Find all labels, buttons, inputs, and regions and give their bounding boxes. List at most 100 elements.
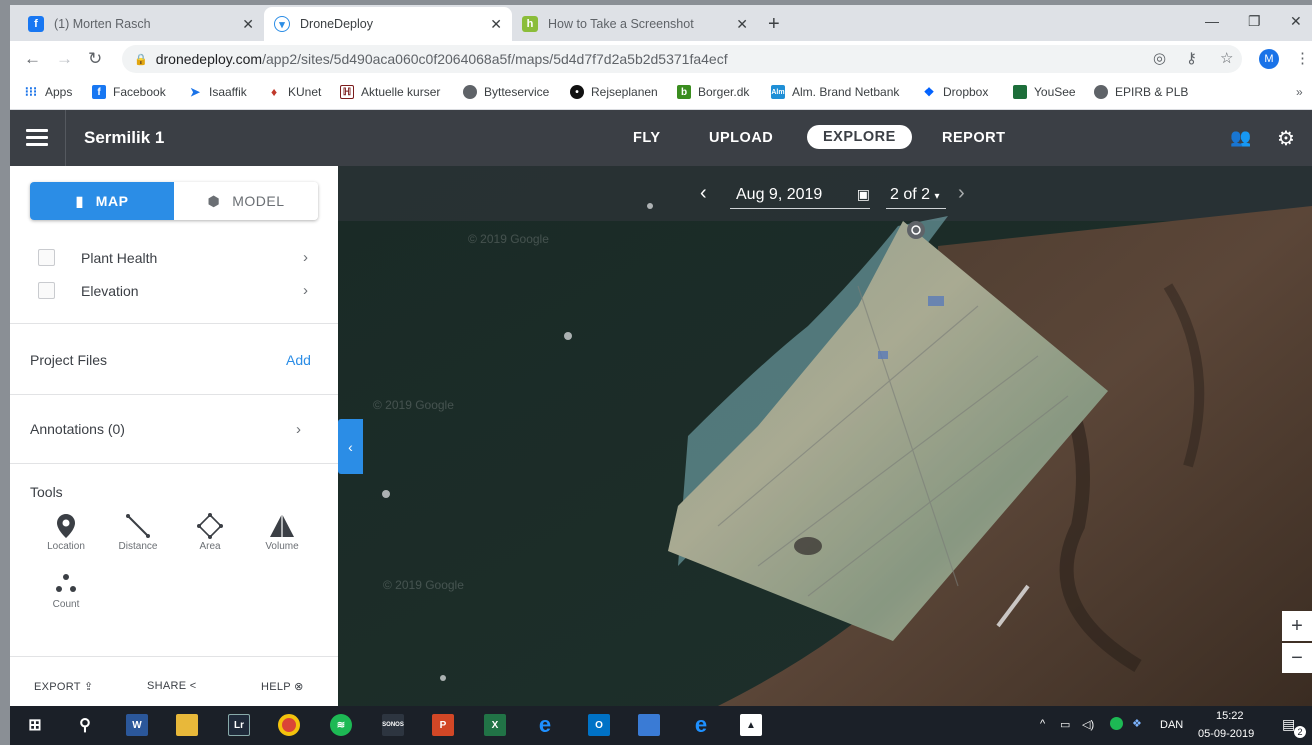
bookmark-yousee[interactable]: YouSee xyxy=(1013,85,1076,99)
excel-icon[interactable]: X xyxy=(484,714,506,736)
layer-plant-health[interactable]: Plant Health › xyxy=(38,249,308,266)
tool-area[interactable]: Area xyxy=(180,511,240,552)
window-close-icon[interactable]: ✕ xyxy=(1290,13,1302,30)
bookmark-kurser[interactable]: ℍ Aktuelle kurser xyxy=(340,85,440,99)
bookmark-bytteservice[interactable]: Bytteservice xyxy=(463,85,549,99)
help-button[interactable]: HELP ⊗ xyxy=(261,680,304,693)
close-icon[interactable]: ✕ xyxy=(242,16,254,33)
word-icon[interactable]: W xyxy=(126,714,148,736)
tab-dronedeploy[interactable]: ▾ DroneDeploy ✕ xyxy=(264,7,512,41)
nav-report[interactable]: REPORT xyxy=(942,130,1005,146)
tab-label: (1) Morten Rasch xyxy=(54,17,151,31)
new-tab-button[interactable]: + xyxy=(768,13,780,36)
restore-icon[interactable]: ❐ xyxy=(1248,13,1261,30)
borger-icon: b xyxy=(677,85,691,99)
tool-distance[interactable]: Distance xyxy=(108,511,168,552)
tab-howto[interactable]: h How to Take a Screenshot ✕ xyxy=(512,7,758,41)
bookmark-epirb[interactable]: EPIRB & PLB xyxy=(1094,85,1188,99)
tab-facebook[interactable]: f (1) Morten Rasch ✕ xyxy=(18,7,264,41)
nav-upload[interactable]: UPLOAD xyxy=(709,130,773,146)
export-button[interactable]: EXPORT ⇪ xyxy=(34,680,94,693)
address-bar[interactable]: 🔒 dronedeploy.com/app2/sites/5d490aca060… xyxy=(122,45,1242,73)
globe-icon xyxy=(1094,85,1108,99)
clock-time[interactable]: 15:22 xyxy=(1216,710,1244,722)
tool-location[interactable]: Location xyxy=(36,511,96,552)
add-files-link[interactable]: Add xyxy=(286,352,311,368)
close-icon[interactable]: ✕ xyxy=(490,16,502,33)
next-date-icon[interactable]: › xyxy=(958,182,965,205)
nav-fly[interactable]: FLY xyxy=(633,130,661,146)
star-icon[interactable]: ☆ xyxy=(1220,49,1233,67)
bookmark-isaaffik[interactable]: ➤ Isaaffik xyxy=(188,85,247,99)
prev-date-icon[interactable]: ‹ xyxy=(700,182,707,205)
layer-elevation[interactable]: Elevation › xyxy=(38,282,308,299)
bookmark-rejseplanen[interactable]: • Rejseplanen xyxy=(570,85,658,99)
sonos-icon[interactable]: SONOS xyxy=(382,714,404,736)
search-icon[interactable]: ⚲ xyxy=(74,714,96,736)
clock-date[interactable]: 05-09-2019 xyxy=(1198,728,1254,740)
date-picker[interactable]: Aug 9, 2019 ▣ xyxy=(730,186,870,209)
location-target-icon[interactable]: ◎ xyxy=(1153,49,1166,67)
outlook-icon[interactable]: O xyxy=(588,714,610,736)
bookmark-almbrand[interactable]: Alm Alm. Brand Netbank xyxy=(771,85,899,99)
language-indicator[interactable]: DAN xyxy=(1160,719,1183,731)
nav-explore[interactable]: EXPLORE xyxy=(807,125,912,149)
share-button[interactable]: SHARE < xyxy=(147,680,197,692)
header-divider xyxy=(65,110,66,166)
profile-avatar[interactable]: M xyxy=(1259,49,1279,69)
map-mode-button[interactable]: ▮ MAP xyxy=(30,182,174,220)
powerpoint-icon[interactable]: P xyxy=(432,714,454,736)
close-icon[interactable]: ✕ xyxy=(736,16,748,33)
minimize-icon[interactable]: — xyxy=(1205,13,1219,29)
network-icon[interactable]: ▭ xyxy=(1060,718,1070,731)
windows-start-icon[interactable]: ⊞ xyxy=(24,714,46,736)
spotify-icon[interactable]: ≋ xyxy=(330,714,352,736)
add-user-icon[interactable]: 👥 xyxy=(1230,128,1251,148)
gear-icon[interactable]: ⚙ xyxy=(1277,126,1295,151)
tab-label: DroneDeploy xyxy=(300,17,373,31)
volume-pyramid-icon xyxy=(252,511,312,541)
tool-volume[interactable]: Volume xyxy=(252,511,312,552)
photos-icon[interactable] xyxy=(638,714,660,736)
chrome-icon[interactable] xyxy=(278,714,300,736)
tool-count[interactable]: Count xyxy=(36,569,96,610)
bookmarks-overflow-icon[interactable]: » xyxy=(1296,85,1303,99)
reload-icon[interactable]: ↻ xyxy=(88,49,102,69)
bookmark-facebook[interactable]: f Facebook xyxy=(92,85,166,99)
annotations-row[interactable]: Annotations (0) › xyxy=(30,421,320,438)
tray-app-icon[interactable] xyxy=(1110,717,1123,730)
internet-explorer-icon[interactable]: e xyxy=(534,712,556,737)
plant-health-checkbox[interactable] xyxy=(38,249,55,266)
zoom-out-button[interactable]: − xyxy=(1282,643,1312,673)
site-title: Sermilik 1 xyxy=(84,128,165,147)
rejseplanen-icon: • xyxy=(570,85,584,99)
forward-icon[interactable]: → xyxy=(56,49,73,69)
page-select[interactable]: 2 of 2 ▾ xyxy=(886,186,946,209)
tray-chevron-icon[interactable]: ^ xyxy=(1040,718,1045,730)
bookmark-borger[interactable]: b Borger.dk xyxy=(677,85,749,99)
view-mode-toggle: ▮ MAP ⬢ MODEL xyxy=(30,182,318,220)
project-files-label: Project Files xyxy=(30,352,108,368)
lightroom-icon[interactable]: Lr xyxy=(228,714,250,736)
key-icon[interactable]: ⚷ xyxy=(1186,49,1197,67)
elevation-checkbox[interactable] xyxy=(38,282,55,299)
back-icon[interactable]: ← xyxy=(24,49,41,69)
kunet-icon: ♦ xyxy=(270,85,278,99)
help-icon: ⊗ xyxy=(294,681,304,693)
image-viewer-icon[interactable]: ▲ xyxy=(740,714,762,736)
edge-icon[interactable]: e xyxy=(690,712,712,737)
divider xyxy=(10,394,338,395)
more-menu-icon[interactable]: ⋮ xyxy=(1295,49,1310,67)
zoom-in-button[interactable]: + xyxy=(1282,611,1312,641)
map-view[interactable]: © 2019 Google © 2019 Google © 2019 Googl… xyxy=(338,166,1312,706)
hamburger-menu-icon[interactable] xyxy=(26,129,48,147)
bookmark-kunet[interactable]: ♦ KUnet xyxy=(267,85,321,99)
collapse-sidebar-button[interactable]: ‹ xyxy=(338,419,363,474)
bookmark-apps[interactable]: ⁝⁝⁝ Apps xyxy=(24,84,73,99)
bookmark-dropbox[interactable]: ❖ Dropbox xyxy=(922,85,989,99)
dropbox-tray-icon[interactable]: ❖ xyxy=(1132,717,1142,730)
file-explorer-icon[interactable] xyxy=(176,714,198,736)
model-mode-button[interactable]: ⬢ MODEL xyxy=(174,182,318,220)
tab-strip: f (1) Morten Rasch ✕ ▾ DroneDeploy ✕ h H… xyxy=(10,5,1312,41)
volume-icon[interactable]: ◁) xyxy=(1082,718,1094,731)
